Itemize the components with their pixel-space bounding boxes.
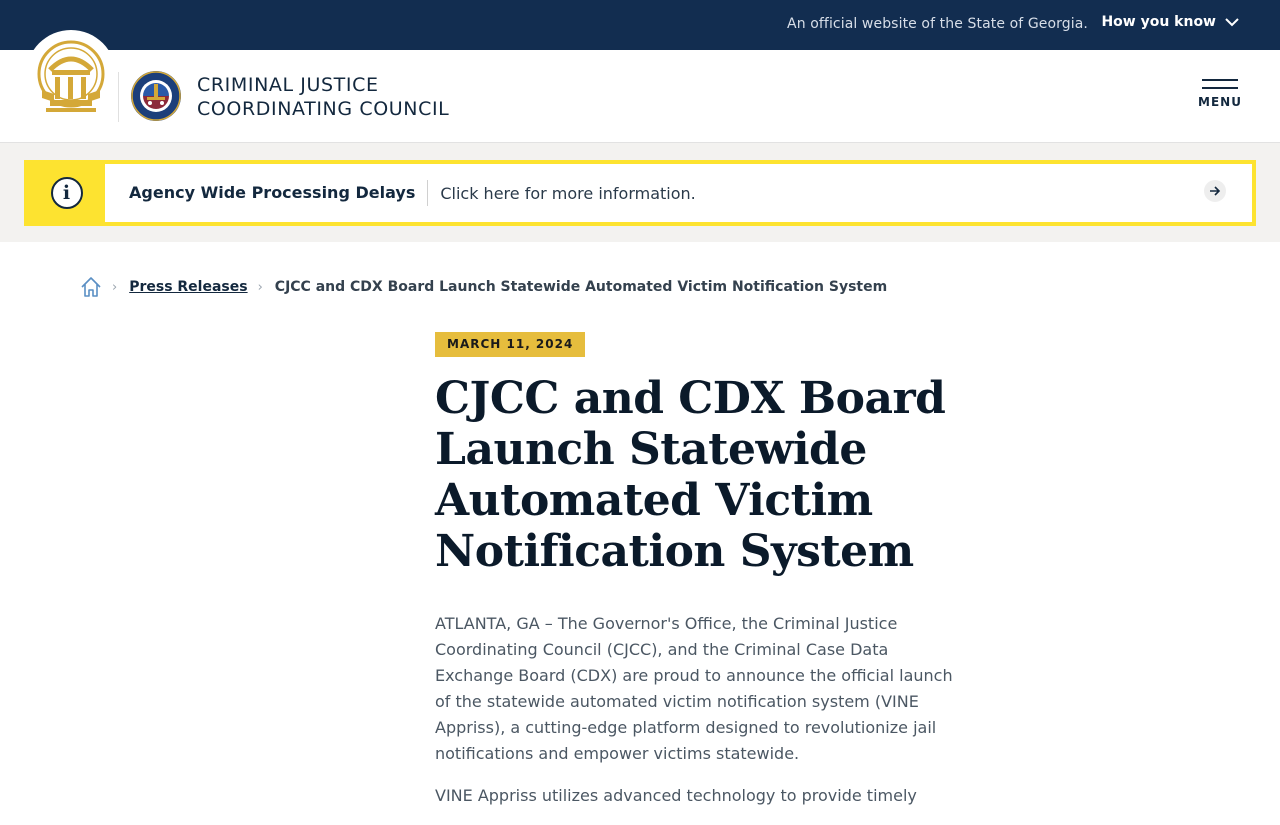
how-you-know-toggle[interactable]: How you know	[1101, 14, 1240, 30]
info-icon: i	[50, 177, 83, 209]
alert-icon-box: i	[28, 164, 105, 222]
hamburger-icon	[1198, 79, 1242, 89]
breadcrumb-press-releases-link[interactable]: Press Releases	[129, 279, 247, 295]
agency-name-line1: Criminal Justice	[197, 74, 379, 96]
cjcc-seal-logo[interactable]	[130, 70, 182, 122]
chevron-down-icon	[1225, 18, 1239, 27]
alert-region: i Agency Wide Processing Delays Click he…	[0, 143, 1280, 242]
how-you-know-label: How you know	[1101, 14, 1216, 30]
alert-message: Click here for more information.	[440, 183, 696, 203]
chevron-right-icon: ›	[112, 279, 118, 295]
agency-name[interactable]: Criminal Justice Coordinating Council	[197, 73, 449, 121]
official-site-text: An official website of the State of Geor…	[787, 16, 1088, 32]
page-title: CJCC and CDX Board Launch Statewide Auto…	[435, 373, 946, 577]
chevron-right-icon: ›	[257, 279, 263, 295]
header-divider	[118, 72, 119, 122]
official-banner: An official website of the State of Geor…	[0, 0, 1280, 50]
arrow-right-icon[interactable]	[1204, 180, 1226, 202]
agency-name-line2: Coordinating Council	[197, 98, 450, 120]
article-paragraph: ATLANTA, GA – The Governor's Office, the…	[435, 614, 953, 763]
date-badge: MARCH 11, 2024	[435, 332, 586, 357]
menu-label: MENU	[1198, 95, 1242, 109]
article-body: ATLANTA, GA – The Governor's Office, the…	[435, 611, 960, 825]
home-icon[interactable]	[80, 276, 102, 298]
alert-title: Agency Wide Processing Delays	[129, 180, 429, 206]
alert-banner[interactable]: i Agency Wide Processing Delays Click he…	[24, 160, 1256, 226]
breadcrumb-current: CJCC and CDX Board Launch Statewide Auto…	[274, 279, 888, 295]
site-header	[0, 50, 1280, 143]
article-paragraph: VINE Appriss utilizes advanced technolog…	[435, 786, 917, 805]
breadcrumb: › Press Releases › CJCC and CDX Board La…	[80, 276, 887, 298]
georgia-seal-logo[interactable]	[36, 40, 106, 116]
menu-button[interactable]: MENU	[1198, 79, 1242, 121]
